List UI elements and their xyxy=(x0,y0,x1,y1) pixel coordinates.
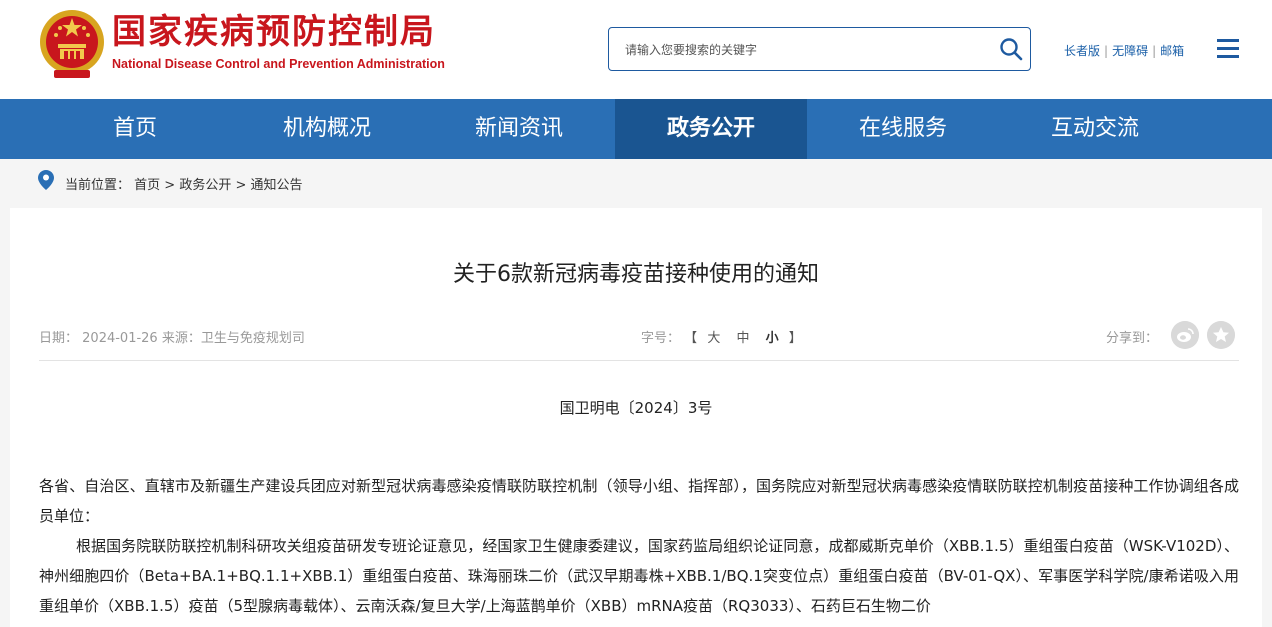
breadcrumb-separator: > xyxy=(160,178,180,193)
favorite-icon[interactable] xyxy=(1207,321,1235,349)
font-size-medium[interactable]: 中 xyxy=(736,331,749,346)
meta-divider xyxy=(39,360,1239,361)
link-separator: | xyxy=(1152,44,1157,58)
top-links: 长者版 | 无障碍 | 邮箱 xyxy=(1064,42,1184,59)
elderly-mode-link[interactable]: 长者版 xyxy=(1064,44,1100,58)
breadcrumb-notices[interactable]: 通知公告 xyxy=(251,178,303,193)
article-title: 关于6款新冠病毒疫苗接种使用的通知 xyxy=(453,262,819,287)
font-size-large[interactable]: 大 xyxy=(707,331,720,346)
weibo-icon[interactable] xyxy=(1171,321,1199,349)
mailbox-link[interactable]: 邮箱 xyxy=(1160,44,1184,58)
breadcrumb-home[interactable]: 首页 xyxy=(134,178,160,193)
national-emblem-logo[interactable] xyxy=(38,6,106,80)
nav-item-home[interactable]: 首页 xyxy=(39,99,231,159)
nav-item-interaction[interactable]: 互动交流 xyxy=(999,99,1191,159)
share-label: 分享到： xyxy=(1106,331,1159,346)
nav-item-government-affairs[interactable]: 政务公开 xyxy=(615,99,807,159)
font-size-label: 字号： xyxy=(641,331,681,346)
org-name-cn[interactable]: 国家疾病预防控制局 xyxy=(112,10,436,54)
article-meta: 日期： 2024-01-26 来源：卫生与免疫规划司 xyxy=(39,327,305,346)
menu-icon[interactable] xyxy=(1217,39,1239,59)
source-label: 来源： xyxy=(161,331,201,346)
location-pin-icon xyxy=(38,170,54,190)
article-source: 卫生与免疫规划司 xyxy=(200,331,305,346)
font-size-small[interactable]: 小 xyxy=(766,331,779,346)
breadcrumb-prefix: 当前位置： xyxy=(65,178,131,193)
search-box xyxy=(608,27,1031,71)
search-input[interactable] xyxy=(623,38,987,62)
article-paragraph: 各省、自治区、直辖市及新疆生产建设兵团应对新型冠状病毒感染疫情联防联控机制（领导… xyxy=(39,477,1239,525)
nav-item-news[interactable]: 新闻资讯 xyxy=(423,99,615,159)
breadcrumb-government-affairs[interactable]: 政务公开 xyxy=(179,178,231,193)
font-size-switcher: 字号： 【 大 中 小 】 xyxy=(641,327,802,346)
date-label: 日期： xyxy=(39,331,79,346)
article-paragraph: 根据国务院联防联控机制科研攻关组疫苗研发专班论证意见，经国家卫生健康委建议，国家… xyxy=(39,537,1239,615)
site-header: 国家疾病预防控制局 National Disease Control and P… xyxy=(0,0,1272,99)
nav-item-about[interactable]: 机构概况 xyxy=(231,99,423,159)
nav-item-online-services[interactable]: 在线服务 xyxy=(807,99,999,159)
main-nav: 首页 机构概况 新闻资讯 政务公开 在线服务 互动交流 xyxy=(0,99,1272,159)
link-separator: | xyxy=(1104,44,1109,58)
article-date: 2024-01-26 xyxy=(82,331,158,346)
font-size-bracket-open: 【 xyxy=(684,331,698,346)
search-icon[interactable] xyxy=(998,36,1024,62)
document-number: 国卫明电〔2024〕3号 xyxy=(559,399,713,417)
accessibility-link[interactable]: 无障碍 xyxy=(1112,44,1148,58)
breadcrumb-separator: > xyxy=(231,178,251,193)
font-size-bracket-close: 】 xyxy=(788,331,802,346)
org-name-en[interactable]: National Disease Control and Prevention … xyxy=(112,57,445,71)
